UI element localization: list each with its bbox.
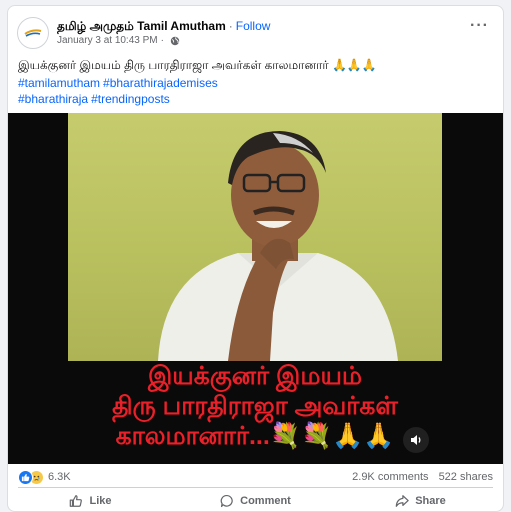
overlay-line: இயக்குனர் இமயம் <box>147 362 363 390</box>
follow-button[interactable]: Follow <box>236 19 271 33</box>
thumbs-up-icon <box>70 494 83 507</box>
hashtag-list: #tamilamutham #bharathirajademises #bhara… <box>18 75 221 107</box>
hashtag-link[interactable]: #trendingposts <box>91 92 170 106</box>
post-card: தமிழ் அமுதம் Tamil Amutham · Follow Januar… <box>7 5 504 512</box>
post-caption: இயக்குனர் இமயம் திரு பாரதிராஜா அவர்கள் க… <box>18 58 377 72</box>
comment-button[interactable]: Comment <box>173 488 338 511</box>
comment-bubble-icon <box>220 494 233 507</box>
person-portrait-illustration <box>158 131 398 361</box>
overlay-emojis: 💐💐🙏🙏 <box>269 422 395 450</box>
like-button-label: Like <box>89 494 112 507</box>
post-actions: Like Comment Share <box>8 488 503 511</box>
globe-icon <box>170 36 180 46</box>
video-frame-photo <box>68 113 442 361</box>
hashtag-link[interactable]: #bharathiraja <box>18 92 88 106</box>
speaker-icon <box>411 435 421 445</box>
share-button[interactable]: Share <box>338 488 503 511</box>
page-avatar[interactable] <box>17 17 49 49</box>
video-text-overlay: இயக்குனர் இமயம் திரு பாரதிராஜா அவர்கள் க… <box>68 361 442 464</box>
like-button[interactable]: Like <box>8 488 173 511</box>
overlay-line: காலமானார்...💐💐🙏🙏 <box>68 421 442 451</box>
overlay-line-text: காலமானார்... <box>115 422 270 450</box>
share-button-label: Share <box>415 494 446 507</box>
post-timestamp[interactable]: January 3 at 10:43 PM <box>57 35 158 47</box>
mute-toggle-button[interactable] <box>403 427 429 453</box>
shares-count-link[interactable]: 522 shares <box>439 471 493 483</box>
like-reaction-icon <box>18 469 33 485</box>
reaction-summary[interactable]: 6.3K <box>18 469 71 485</box>
comments-count-link[interactable]: 2.9K comments <box>352 471 428 483</box>
tamil-amutham-logo-icon <box>24 29 42 37</box>
timestamp-separator: · <box>160 35 164 47</box>
post-video[interactable]: இயக்குனர் இமயம் திரு பாரதிராஜா அவர்கள் க… <box>8 113 503 464</box>
more-options-icon[interactable]: ··· <box>470 17 489 35</box>
hashtag-link[interactable]: #tamilamutham <box>18 76 100 90</box>
post-header: தமிழ் அமுதம் Tamil Amutham · Follow Januar… <box>17 15 491 51</box>
reaction-count[interactable]: 6.3K <box>48 471 71 483</box>
hashtag-link[interactable]: #bharathirajademises <box>103 76 218 90</box>
comment-button-label: Comment <box>240 494 291 507</box>
name-separator: · <box>228 18 233 33</box>
page-name-link[interactable]: தமிழ் அமுதம் Tamil Amutham <box>57 19 226 33</box>
overlay-line: திரு பாரதிராஜா அவர்கள் <box>112 392 398 420</box>
share-arrow-icon <box>395 494 409 507</box>
